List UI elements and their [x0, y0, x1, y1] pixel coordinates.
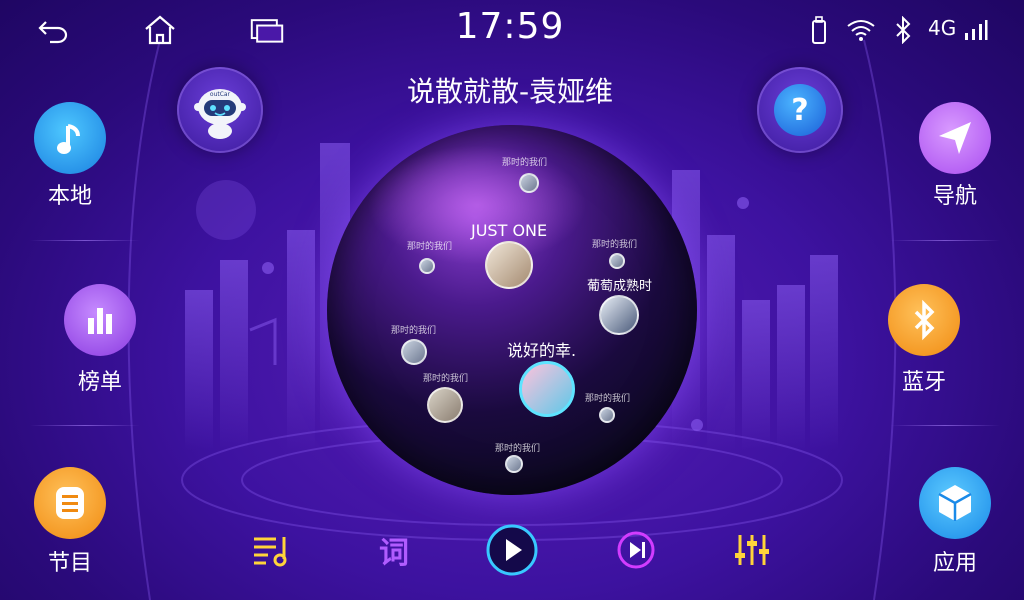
skip-next-icon — [617, 531, 655, 569]
small-avatar[interactable] — [427, 387, 463, 423]
divider — [30, 240, 140, 241]
clock: 17:59 — [455, 6, 565, 47]
small-song-label: 那时的我们 — [592, 240, 638, 250]
small-song-label: 那时的我们 — [423, 374, 469, 384]
back-icon[interactable] — [36, 14, 70, 46]
divider — [890, 240, 1000, 241]
sidebar-item-navigation[interactable]: 导航 — [895, 90, 1015, 220]
sidebar-item-apps[interactable]: 应用 — [895, 455, 1015, 585]
sidebar-item-local[interactable]: 本地 — [10, 90, 130, 220]
play-icon — [486, 524, 538, 576]
small-avatar[interactable] — [401, 339, 427, 365]
robot-logo-text: outCar — [210, 91, 231, 98]
sidebar-item-charts[interactable]: 榜单 — [40, 272, 160, 402]
sidebar-item-label: 本地 — [47, 184, 92, 209]
divider — [30, 425, 140, 426]
divider — [890, 425, 1000, 426]
small-avatar[interactable] — [519, 173, 539, 193]
song-title: 说散就散-袁娅维 — [406, 75, 614, 108]
featured-avatar[interactable] — [519, 361, 575, 417]
navigation-arrow-icon — [919, 102, 991, 174]
small-song-label: 那时的我们 — [585, 394, 631, 404]
playback-controls: 词 — [230, 520, 800, 580]
usb-icon — [802, 14, 836, 46]
home-icon[interactable] — [143, 14, 177, 46]
chart-bars-icon — [64, 284, 136, 356]
sidebar-item-label: 榜单 — [77, 370, 122, 395]
next-button[interactable] — [614, 520, 658, 580]
music-note-icon — [34, 102, 106, 174]
robot-assistant-button[interactable]: outCar — [177, 67, 263, 153]
wifi-icon — [844, 14, 878, 46]
small-avatar[interactable] — [599, 407, 615, 423]
program-list-icon — [34, 467, 106, 539]
small-song-label: 那时的我们 — [502, 158, 548, 168]
sidebar-item-label: 蓝牙 — [901, 370, 946, 395]
recent-apps-icon[interactable] — [250, 14, 284, 46]
featured-avatar[interactable] — [485, 241, 533, 289]
bluetooth-icon — [886, 14, 920, 46]
small-avatar[interactable] — [505, 455, 523, 473]
sidebar-item-bluetooth[interactable]: 蓝牙 — [864, 272, 984, 402]
help-button[interactable]: ? — [757, 67, 843, 153]
network-type: 4G — [928, 16, 957, 40]
small-song-label: 那时的我们 — [495, 444, 541, 454]
nebula-glow — [367, 145, 587, 265]
sidebar-item-label: 导航 — [932, 184, 977, 209]
small-avatar[interactable] — [419, 258, 435, 274]
sidebar-item-label: 应用 — [932, 551, 977, 576]
bluetooth-icon — [888, 284, 960, 356]
equalizer-icon[interactable] — [730, 520, 774, 580]
signal-icon — [962, 14, 990, 46]
playlist-icon[interactable] — [248, 520, 296, 580]
robot-icon: outCar — [194, 89, 246, 139]
featured-avatar[interactable] — [599, 295, 639, 335]
small-song-label: 那时的我们 — [391, 326, 437, 336]
featured-song-label: 葡萄成熟时 — [587, 279, 653, 294]
sidebar-item-label: 节目 — [47, 551, 92, 576]
featured-song-label: 说好的幸. — [507, 341, 577, 360]
help-icon: ? — [774, 84, 826, 136]
play-button[interactable] — [484, 520, 540, 580]
sidebar-item-programs[interactable]: 节目 — [10, 455, 130, 585]
lyrics-button[interactable]: 词 — [370, 520, 418, 580]
small-avatar[interactable] — [609, 253, 625, 269]
small-song-label: 那时的我们 — [407, 242, 453, 252]
featured-song-label: JUST ONE — [471, 221, 548, 240]
apps-cube-icon — [919, 467, 991, 539]
music-discovery-sphere[interactable]: 那时的我们 那时的我们 那时的我们 那时的我们 那时的我们 那时的我们 那时的我… — [327, 125, 697, 495]
status-bar: 17:59 4G — [0, 0, 1024, 60]
